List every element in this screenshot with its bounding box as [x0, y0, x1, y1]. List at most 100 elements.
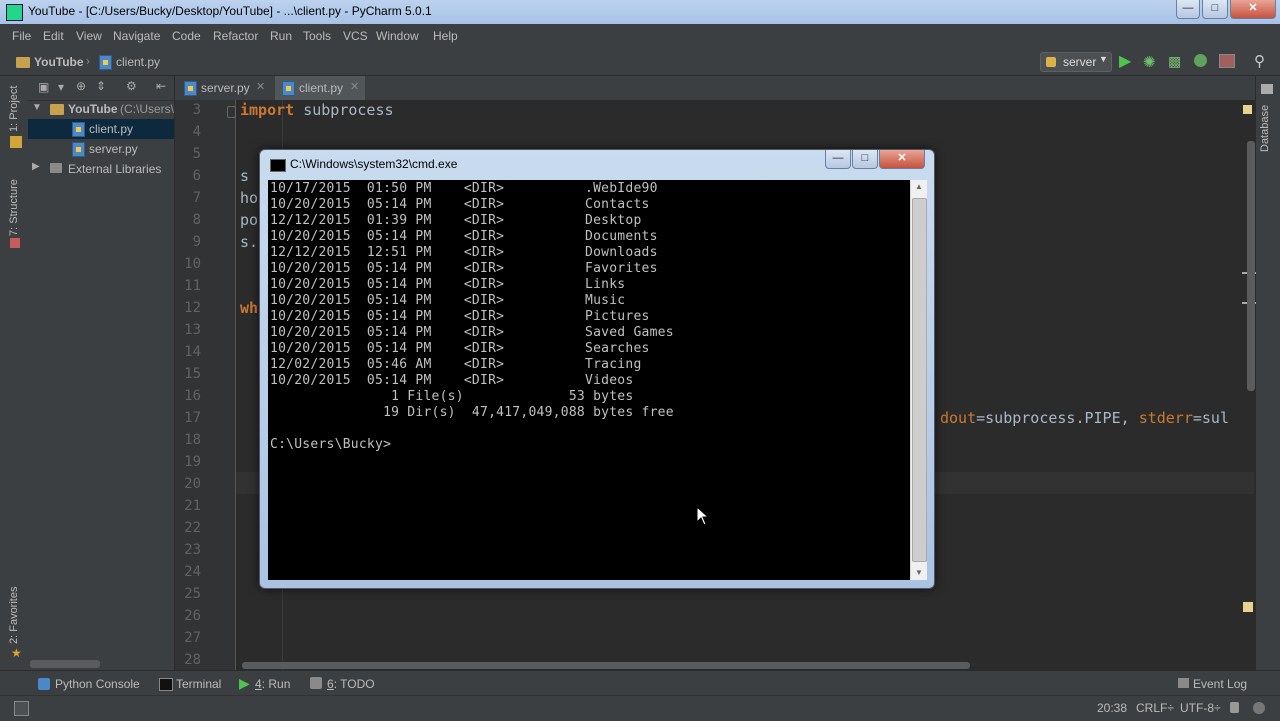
- cmd-close-button[interactable]: ✕: [879, 150, 925, 169]
- code-fragment-line8: po: [240, 211, 259, 229]
- coverage-icon[interactable]: ▩: [1168, 53, 1181, 70]
- console-line: 10/20/2015 05:14 PM <DIR> Music: [270, 293, 626, 308]
- editor-tabs: server.py ✕ client.py ✕: [175, 76, 1255, 101]
- menu-vcs[interactable]: VCS: [343, 29, 368, 43]
- console-line: 10/20/2015 05:14 PM <DIR> Saved Games: [270, 325, 674, 340]
- cmd-scroll-thumb[interactable]: [912, 198, 927, 562]
- menu-navigate[interactable]: Navigate: [113, 29, 160, 43]
- line-separator[interactable]: CRLF÷: [1136, 701, 1174, 715]
- editor-vertical-scrollbar[interactable]: [1247, 141, 1255, 391]
- target-icon[interactable]: ⊕: [76, 79, 86, 93]
- chevron-down-icon: ▼: [1099, 54, 1108, 64]
- console-line: 10/20/2015 05:14 PM <DIR> Pictures: [270, 309, 650, 324]
- gear-icon[interactable]: ⚙: [126, 79, 137, 93]
- line-number: 21: [184, 498, 201, 514]
- menu-tools[interactable]: Tools: [303, 29, 331, 43]
- menu-file[interactable]: File: [12, 29, 31, 43]
- window-title: YouTube - [C:/Users/Bucky/Desktop/YouTub…: [28, 4, 432, 18]
- collapse-icon[interactable]: ⇕: [96, 79, 106, 93]
- lock-icon[interactable]: [1230, 702, 1239, 713]
- python-file-icon: [72, 142, 85, 157]
- expand-arrow-icon: ▼: [32, 102, 42, 113]
- search-icon[interactable]: ⚲: [1254, 52, 1265, 70]
- breadcrumb-separator-icon: ›: [86, 54, 90, 68]
- tab-label: server.py: [201, 81, 250, 95]
- database-tool-label[interactable]: Database: [1259, 105, 1271, 152]
- menu-help[interactable]: Help: [433, 29, 458, 43]
- dropdown-icon[interactable]: ▾: [58, 80, 64, 94]
- scroll-down-icon[interactable]: ▼: [915, 568, 923, 577]
- cmd-minimize-button[interactable]: —: [825, 150, 851, 169]
- line-number: 18: [184, 432, 201, 448]
- cmd-vertical-scrollbar[interactable]: ▲ ▼: [910, 180, 927, 580]
- run-mnemonic: 4: [255, 677, 262, 691]
- vcs-icon[interactable]: [1219, 54, 1235, 68]
- python-console-button[interactable]: Python Console: [55, 677, 140, 691]
- menu-window[interactable]: Window: [376, 29, 419, 43]
- debug-icon[interactable]: ✺: [1143, 53, 1156, 71]
- console-line: 10/17/2015 01:50 PM <DIR> .WebIde90: [270, 181, 658, 196]
- project-view-icon[interactable]: ▣: [38, 80, 49, 94]
- tool-window-toggle-icon[interactable]: [14, 701, 29, 716]
- folder-icon: [16, 57, 30, 68]
- line-number: 14: [184, 344, 201, 360]
- tab-server[interactable]: server.py ✕: [175, 76, 271, 100]
- python-file-icon: [184, 81, 197, 96]
- code-param: stderr: [1138, 409, 1193, 427]
- favorites-tool-label[interactable]: 2: Favorites: [8, 587, 20, 644]
- cmd-window[interactable]: C:\Windows\system32\cmd.exe — □ ✕ 10/17/…: [259, 149, 935, 589]
- todo-icon: [310, 677, 322, 689]
- warning-marker-icon[interactable]: [1243, 602, 1253, 612]
- close-button[interactable]: ✕: [1230, 0, 1276, 19]
- tree-root[interactable]: ▼ YouTube (C:\Users\: [28, 100, 174, 120]
- status-bar: 20:38 CRLF÷ UTF-8÷: [0, 695, 1280, 721]
- breadcrumb-project[interactable]: YouTube: [34, 55, 84, 69]
- tree-external-libraries[interactable]: ▶ External Libraries: [28, 159, 174, 179]
- menu-run[interactable]: Run: [270, 29, 292, 43]
- maximize-button[interactable]: □: [1202, 0, 1228, 19]
- code-text: subprocess: [294, 101, 394, 119]
- bottom-tool-bar: Python Console Terminal ▶ 4: Run 6: TODO…: [0, 670, 1280, 696]
- close-tab-icon[interactable]: ✕: [350, 80, 359, 93]
- inspection-marker-icon[interactable]: [1243, 105, 1252, 114]
- line-number: 5: [192, 146, 201, 162]
- run-config-selector[interactable]: server ▼: [1040, 52, 1112, 72]
- editor-horizontal-scrollbar[interactable]: [242, 662, 970, 669]
- structure-tool-label[interactable]: 7: Structure: [8, 179, 20, 236]
- minimize-button[interactable]: —: [1176, 0, 1200, 19]
- project-tool-label[interactable]: 1: Project: [8, 86, 20, 132]
- tree-item-server[interactable]: server.py: [28, 139, 174, 159]
- menu-edit[interactable]: Edit: [43, 29, 64, 43]
- tree-item-client[interactable]: client.py: [28, 119, 174, 139]
- menu-refactor[interactable]: Refactor: [213, 29, 258, 43]
- tab-client[interactable]: client.py ✕: [275, 76, 365, 100]
- cmd-console[interactable]: 10/17/2015 01:50 PM <DIR> .WebIde90 10/2…: [268, 180, 910, 580]
- line-number: 26: [184, 608, 201, 624]
- console-line: 19 Dir(s) 47,417,049,088 bytes free: [270, 405, 674, 420]
- line-number: 4: [192, 124, 201, 140]
- run-tool-button[interactable]: 4: Run: [255, 677, 290, 691]
- breadcrumb-file[interactable]: client.py: [116, 55, 160, 69]
- tree-item-label: External Libraries: [68, 162, 162, 176]
- fold-marker-icon[interactable]: [227, 106, 236, 118]
- cmd-maximize-button[interactable]: □: [852, 150, 878, 169]
- todo-mnemonic: 6: [327, 677, 334, 691]
- menu-code[interactable]: Code: [172, 29, 201, 43]
- scroll-up-icon[interactable]: ▲: [915, 182, 923, 191]
- caret-position[interactable]: 20:38: [1097, 701, 1127, 715]
- event-log-button[interactable]: Event Log: [1193, 677, 1247, 691]
- project-scrollbar[interactable]: [30, 660, 100, 668]
- line-number: 28: [184, 652, 201, 668]
- profile-icon[interactable]: [1194, 54, 1207, 67]
- todo-button[interactable]: 6: TODO: [327, 677, 375, 691]
- terminal-button[interactable]: Terminal: [176, 677, 221, 691]
- run-icon[interactable]: ▶: [1119, 51, 1131, 71]
- hide-panel-icon[interactable]: ⇤: [156, 79, 166, 93]
- line-number: 7: [192, 190, 201, 206]
- inspector-icon[interactable]: [1253, 702, 1265, 714]
- console-line: 12/02/2015 05:46 AM <DIR> Tracing: [270, 357, 642, 372]
- menu-view[interactable]: View: [76, 29, 102, 43]
- console-line: 10/20/2015 05:14 PM <DIR> Searches: [270, 341, 650, 356]
- file-encoding[interactable]: UTF-8÷: [1180, 701, 1221, 715]
- close-tab-icon[interactable]: ✕: [256, 80, 265, 93]
